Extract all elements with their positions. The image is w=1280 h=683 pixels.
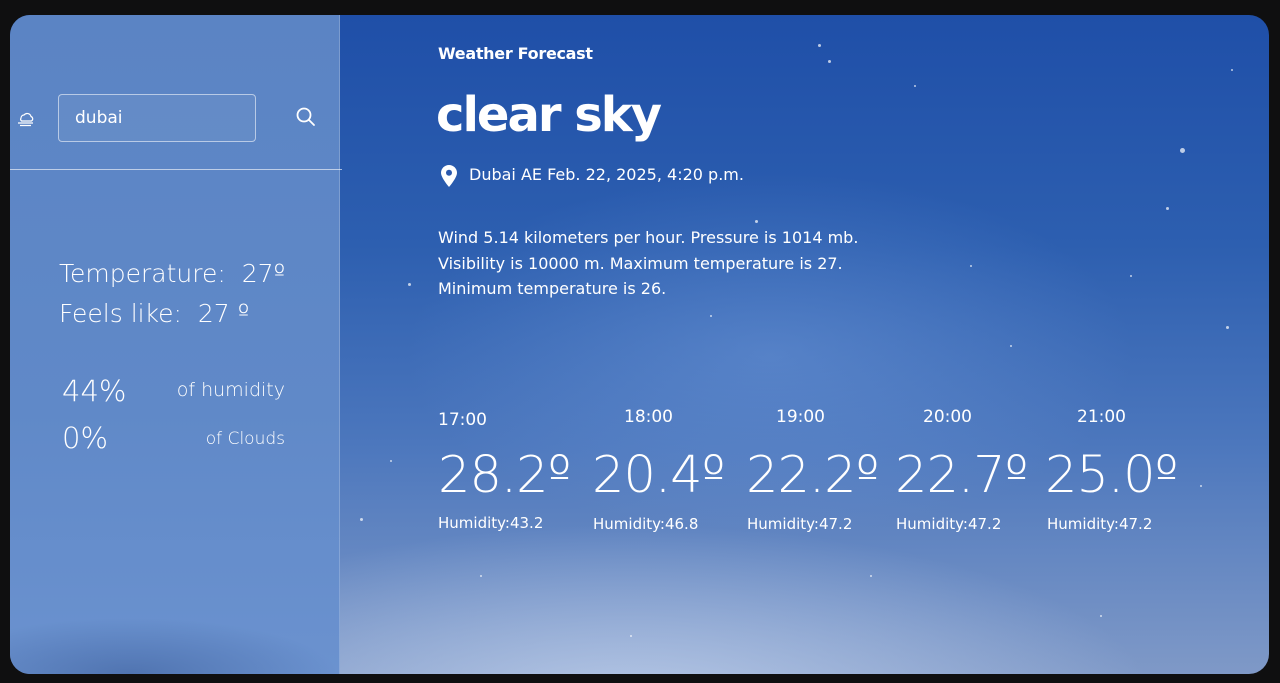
location-datetime: Dubai AE Feb. 22, 2025, 4:20 p.m.	[469, 165, 744, 184]
weather-app: Temperature: 27º Feels like: 27 º 44% of…	[10, 15, 1269, 674]
location-pin-icon	[441, 165, 457, 187]
feels-like-value: 27 º	[197, 299, 250, 328]
sidebar: Temperature: 27º Feels like: 27 º 44% of…	[10, 15, 342, 674]
forecast-temp: 22.2º	[746, 446, 880, 505]
forecast-temp: 22.7º	[895, 446, 1029, 505]
humidity-label: of humidity	[176, 379, 285, 401]
weather-condition: clear sky	[436, 87, 662, 143]
forecast-time: 18:00	[624, 407, 673, 427]
forecast-temp: 28.2º	[438, 446, 572, 505]
search-icon[interactable]	[294, 105, 318, 129]
clouds-label: of Clouds	[205, 429, 285, 449]
humidity-value: 44%	[62, 374, 127, 408]
forecast-temp: 25.0º	[1045, 446, 1179, 505]
forecast-time: 21:00	[1077, 407, 1126, 427]
temperature-value: 27º	[241, 259, 286, 288]
forecast-humidity: Humidity:46.8	[593, 515, 699, 533]
page-subtitle: Weather Forecast	[438, 44, 593, 63]
forecast-humidity: Humidity:47.2	[747, 515, 853, 533]
weather-description: Wind 5.14 kilometers per hour. Pressure …	[438, 228, 859, 298]
feels-like-label: Feels like:	[59, 299, 182, 328]
forecast-time: 17:00	[438, 410, 487, 430]
clouds-value: 0%	[62, 421, 109, 455]
forecast-humidity: Humidity:47.2	[896, 515, 1002, 533]
sidebar-divider	[10, 169, 342, 170]
search-input[interactable]	[58, 94, 256, 142]
forecast-humidity: Humidity:43.2	[438, 514, 544, 532]
forecast-humidity: Humidity:47.2	[1047, 515, 1153, 533]
forecast-temp: 20.4º	[592, 446, 726, 505]
temperature-label: Temperature:	[59, 259, 226, 288]
temperature-row: Temperature: 27º	[59, 259, 285, 288]
forecast-time: 19:00	[776, 407, 825, 427]
cloud-icon	[16, 109, 36, 127]
feels-like-row: Feels like: 27 º	[59, 299, 249, 328]
forecast-time: 20:00	[923, 407, 972, 427]
